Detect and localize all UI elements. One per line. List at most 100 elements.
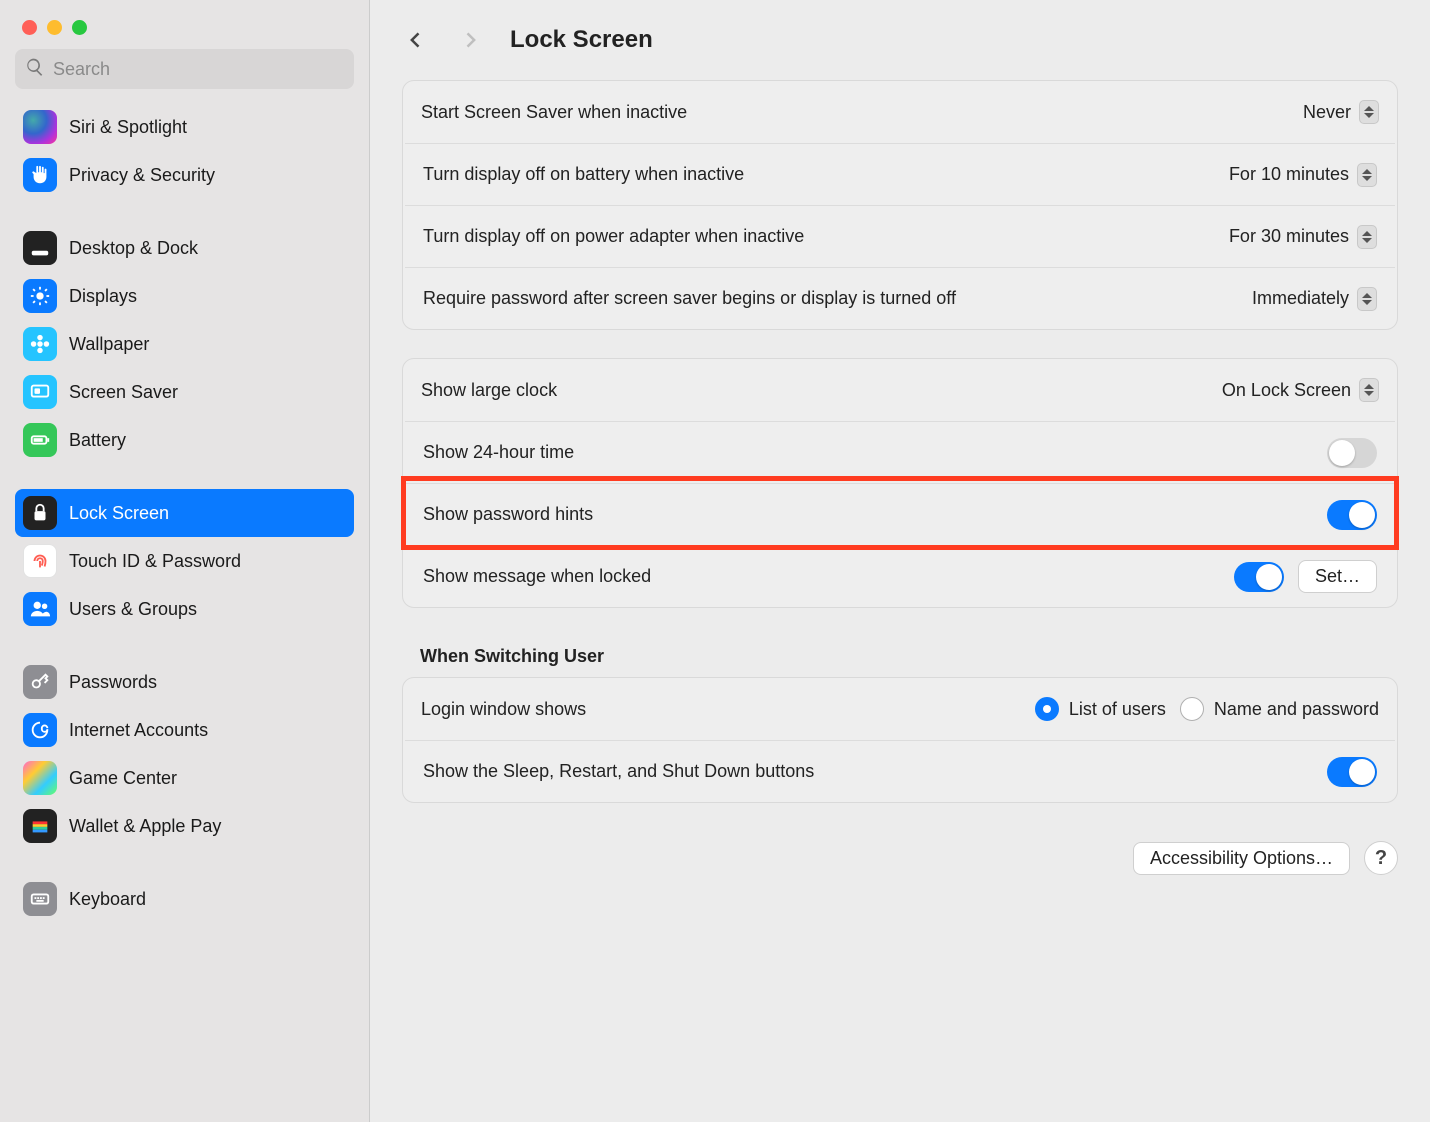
accessibility-options-button[interactable]: Accessibility Options… [1133,842,1350,875]
footer: Accessibility Options… ? [402,831,1398,875]
row-label: Turn display off on battery when inactiv… [423,162,744,186]
sidebar-item-desktop-dock[interactable]: Desktop & Dock [15,224,354,272]
wallet-icon [23,809,57,843]
sidebar-item-label: Screen Saver [69,382,178,403]
page-title: Lock Screen [510,26,653,54]
back-button[interactable] [402,26,430,54]
radio-name-and-password[interactable]: Name and password [1180,697,1379,721]
chevron-updown-icon [1357,163,1377,187]
dock-icon [23,231,57,265]
row-label: Turn display off on power adapter when i… [423,224,804,248]
row-password-hints: Show password hints [405,483,1395,545]
radio-label: Name and password [1214,699,1379,720]
chevron-updown-icon [1359,100,1379,124]
toggle-password-hints[interactable] [1327,500,1377,530]
minimize-window-button[interactable] [47,20,62,35]
sidebar-item-label: Desktop & Dock [69,238,198,259]
sidebar-item-wallpaper[interactable]: Wallpaper [15,320,354,368]
row-label: Show message when locked [423,564,651,588]
sun-icon [23,279,57,313]
radio-list-of-users[interactable]: List of users [1035,697,1166,721]
search-field[interactable] [15,49,354,89]
sidebar-item-keyboard[interactable]: Keyboard [15,875,354,923]
sidebar-item-label: Keyboard [69,889,146,910]
inactivity-settings-panel: Start Screen Saver when inactive Never T… [402,80,1398,330]
require-password-popup[interactable]: Immediately [1252,287,1377,311]
help-button[interactable]: ? [1364,841,1398,875]
row-display-off-adapter: Turn display off on power adapter when i… [405,205,1395,267]
sidebar-item-label: Users & Groups [69,599,197,620]
radio-label: List of users [1069,699,1166,720]
sidebar: Siri & Spotlight Privacy & Security Desk… [0,0,370,1122]
zoom-window-button[interactable] [72,20,87,35]
sidebar-item-users-groups[interactable]: Users & Groups [15,585,354,633]
row-sleep-restart-shutdown: Show the Sleep, Restart, and Shut Down b… [405,740,1395,802]
sidebar-item-screen-saver[interactable]: Screen Saver [15,368,354,416]
row-label: Start Screen Saver when inactive [421,100,687,124]
row-label: Show 24-hour time [423,440,574,464]
sidebar-item-label: Wallet & Apple Pay [69,816,221,837]
popup-value: Never [1303,102,1351,123]
battery-icon [23,423,57,457]
row-label: Login window shows [421,697,586,721]
window-controls [0,0,369,35]
sidebar-item-passwords[interactable]: Passwords [15,658,354,706]
screensaver-icon [23,375,57,409]
toggle-message-when-locked[interactable] [1234,562,1284,592]
sidebar-item-label: Siri & Spotlight [69,117,187,138]
display-off-battery-popup[interactable]: For 10 minutes [1229,163,1377,187]
popup-value: Immediately [1252,288,1349,309]
sidebar-item-privacy-security[interactable]: Privacy & Security [15,151,354,199]
hand-icon [23,158,57,192]
row-display-off-battery: Turn display off on battery when inactiv… [405,143,1395,205]
switching-user-heading: When Switching User [402,636,1398,677]
row-label: Show password hints [423,502,593,526]
display-off-adapter-popup[interactable]: For 30 minutes [1229,225,1377,249]
sidebar-item-internet-accounts[interactable]: Internet Accounts [15,706,354,754]
row-screen-saver-inactive: Start Screen Saver when inactive Never [403,81,1397,143]
popup-value: For 30 minutes [1229,226,1349,247]
row-label: Require password after screen saver begi… [423,286,956,310]
sidebar-item-lock-screen[interactable]: Lock Screen [15,489,354,537]
siri-icon [23,110,57,144]
sidebar-item-label: Wallpaper [69,334,149,355]
forward-button[interactable] [456,26,484,54]
radio-icon [1180,697,1204,721]
at-icon [23,713,57,747]
lock-screen-display-panel: Show large clock On Lock Screen Show 24-… [402,358,1398,608]
row-label: Show large clock [421,378,557,402]
row-large-clock: Show large clock On Lock Screen [403,359,1397,421]
sidebar-scroll[interactable]: Siri & Spotlight Privacy & Security Desk… [0,99,369,1122]
sidebar-item-displays[interactable]: Displays [15,272,354,320]
sidebar-item-label: Passwords [69,672,157,693]
toggle-sleep-restart-shutdown[interactable] [1327,757,1377,787]
main-pane: Lock Screen Start Screen Saver when inac… [370,0,1430,1122]
flower-icon [23,327,57,361]
sidebar-item-label: Lock Screen [69,503,169,524]
popup-value: For 10 minutes [1229,164,1349,185]
row-24-hour-time: Show 24-hour time [405,421,1395,483]
row-label: Show the Sleep, Restart, and Shut Down b… [423,759,814,783]
large-clock-popup[interactable]: On Lock Screen [1222,378,1379,402]
radio-icon [1035,697,1059,721]
search-input[interactable] [53,59,344,80]
sidebar-item-siri-spotlight[interactable]: Siri & Spotlight [15,103,354,151]
sidebar-item-battery[interactable]: Battery [15,416,354,464]
row-require-password: Require password after screen saver begi… [405,267,1395,329]
set-message-button[interactable]: Set… [1298,560,1377,593]
toggle-24-hour-time[interactable] [1327,438,1377,468]
users-icon [23,592,57,626]
sidebar-item-label: Battery [69,430,126,451]
sidebar-item-game-center[interactable]: Game Center [15,754,354,802]
screen-saver-popup[interactable]: Never [1303,100,1379,124]
sidebar-item-touchid-password[interactable]: Touch ID & Password [15,537,354,585]
sidebar-item-label: Privacy & Security [69,165,215,186]
sidebar-item-label: Touch ID & Password [69,551,241,572]
main-header: Lock Screen [370,0,1430,80]
chevron-updown-icon [1357,287,1377,311]
row-message-when-locked: Show message when locked Set… [405,545,1395,607]
sidebar-item-label: Game Center [69,768,177,789]
sidebar-item-wallet-apple-pay[interactable]: Wallet & Apple Pay [15,802,354,850]
keyboard-icon [23,882,57,916]
close-window-button[interactable] [22,20,37,35]
